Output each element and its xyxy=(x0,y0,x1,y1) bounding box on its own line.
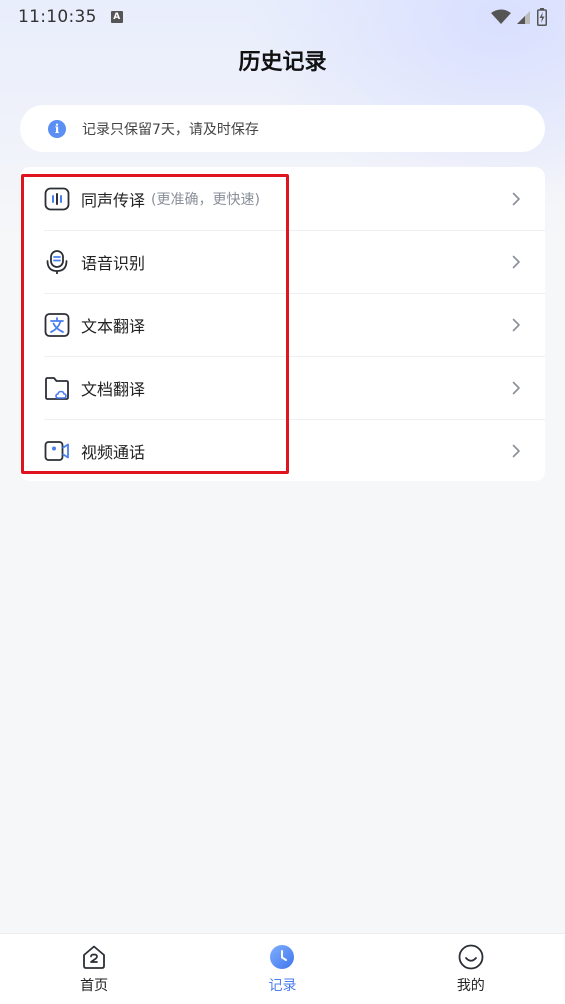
document-folder-icon xyxy=(44,375,70,401)
list-item-label: 语音识别 xyxy=(81,253,146,273)
status-icons xyxy=(491,8,547,26)
page-title: 历史记录 xyxy=(238,50,327,75)
list-item-speech-recognition[interactable]: 语音识别 xyxy=(20,230,545,293)
list-item-video-call[interactable]: 视频通话 xyxy=(20,419,545,482)
video-call-icon xyxy=(44,438,70,464)
list-item-label: 文档翻译 xyxy=(81,379,146,399)
bottom-tab-bar: 首页 记录 我的 xyxy=(0,933,565,1004)
retention-notice: i 记录只保留7天，请及时保存 xyxy=(20,105,545,152)
tab-home[interactable]: 首页 xyxy=(0,934,188,1004)
list-item-label: 文本翻译 xyxy=(81,316,146,336)
tab-records[interactable]: 记录 xyxy=(188,934,376,1004)
tab-mine[interactable]: 我的 xyxy=(377,934,565,1004)
tab-label: 我的 xyxy=(456,978,485,994)
wifi-icon xyxy=(491,9,511,24)
signal-icon xyxy=(517,11,530,24)
list-item-subtitle: (更准确，更快速) xyxy=(151,191,260,208)
home-icon xyxy=(83,945,106,969)
list-item-label: 视频通话 xyxy=(81,442,146,462)
notification-a-icon: A xyxy=(110,11,123,23)
chevron-right-icon xyxy=(512,318,520,331)
microphone-icon xyxy=(44,249,70,275)
battery-icon xyxy=(537,8,547,26)
chevron-right-icon xyxy=(512,444,520,457)
chevron-right-icon xyxy=(512,192,520,205)
simultaneous-interpretation-icon xyxy=(44,186,70,212)
list-item-label: 同声传译 xyxy=(81,190,146,210)
status-bar: 11:10:35 A xyxy=(0,0,565,34)
history-category-list: 同声传译 (更准确，更快速) 语音识别 文本翻译 文档翻译 视频通话 xyxy=(20,167,545,481)
info-icon: i xyxy=(48,119,66,138)
chevron-right-icon xyxy=(512,255,520,268)
notice-text: 记录只保留7天，请及时保存 xyxy=(82,121,259,138)
tab-label: 记录 xyxy=(268,978,297,994)
list-item-text-translation[interactable]: 文本翻译 xyxy=(20,293,545,356)
tab-label: 首页 xyxy=(80,978,109,994)
clock-icon xyxy=(270,945,295,969)
smiley-icon xyxy=(458,944,484,970)
list-item-simultaneous-interpretation[interactable]: 同声传译 (更准确，更快速) xyxy=(20,167,545,230)
text-translate-icon xyxy=(44,312,70,338)
list-item-document-translation[interactable]: 文档翻译 xyxy=(20,356,545,419)
chevron-right-icon xyxy=(512,381,520,394)
status-time: 11:10:35 xyxy=(18,7,97,27)
